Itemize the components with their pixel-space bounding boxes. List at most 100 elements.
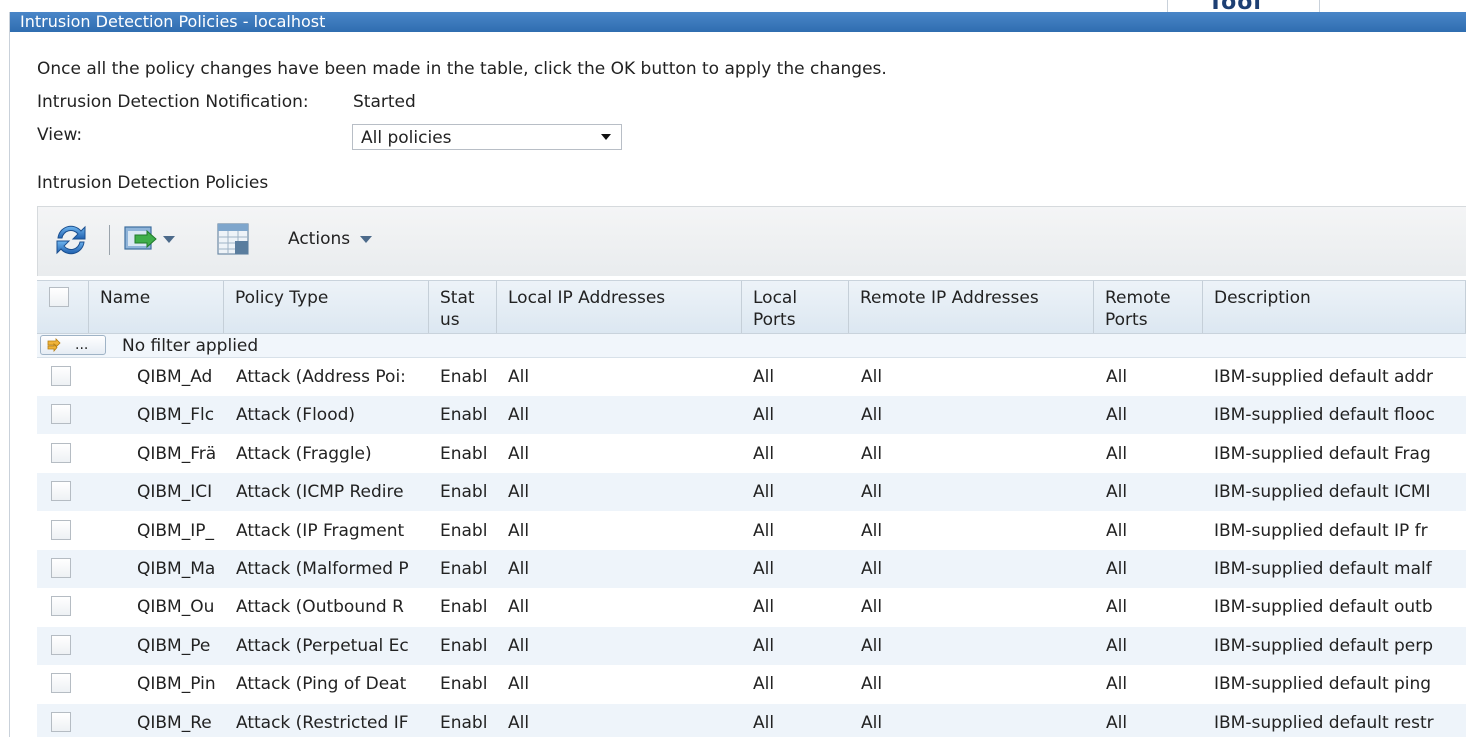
cell-name: QIBM_Ad [137, 367, 213, 387]
cell-local-ports: All [753, 559, 775, 579]
cell-name: QIBM_Pin [137, 674, 216, 694]
cell-type: Attack (Restricted IF [236, 713, 409, 733]
column-header-name[interactable]: Name [89, 281, 224, 333]
column-header-remote-ports[interactable]: Remote Ports [1094, 281, 1203, 333]
notification-label: Intrusion Detection Notification: [37, 92, 309, 112]
cell-type: Attack (IP Fragment [236, 521, 405, 541]
cell-remote-ports: All [1106, 444, 1128, 464]
cell-local-ip: All [508, 559, 530, 579]
table-row[interactable]: QIBM_ICI Attack (ICMP Redire Enabl All All Al… [37, 473, 1466, 511]
cell-status: Enabl [440, 444, 488, 464]
cell-description: IBM-supplied default restr [1214, 713, 1434, 733]
window-title: Intrusion Detection Policies - localhost [20, 12, 326, 31]
column-header-local-ports[interactable]: Local Ports [742, 281, 849, 333]
export-icon [124, 226, 157, 250]
export-button[interactable] [123, 223, 175, 255]
cell-type: Attack (Address Poi: [236, 367, 406, 387]
row-checkbox[interactable] [51, 443, 71, 463]
refresh-button[interactable] [52, 221, 90, 259]
cell-local-ip: All [508, 482, 530, 502]
view-label: View: [37, 125, 83, 145]
intrusion-detection-window: Tool Intrusion Detection Policies - loca… [0, 0, 1466, 737]
cell-remote-ports: All [1106, 405, 1128, 425]
actions-menu[interactable]: Actions [288, 229, 373, 249]
notification-status: Started [353, 92, 416, 112]
cell-status: Enabl [440, 405, 488, 425]
cell-local-ip: All [508, 444, 530, 464]
row-checkbox[interactable] [51, 596, 71, 616]
cell-status: Enabl [440, 521, 488, 541]
cell-local-ports: All [753, 367, 775, 387]
cell-remote-ip: All [861, 559, 883, 579]
cell-remote-ports: All [1106, 636, 1128, 656]
cell-remote-ports: All [1106, 367, 1128, 387]
row-checkbox[interactable] [51, 366, 71, 386]
chevron-down-icon [601, 134, 611, 140]
table-row[interactable]: QIBM_Pin Attack (Ping of Deat Enabl All All A… [37, 665, 1466, 703]
column-header-description[interactable]: Description [1203, 281, 1466, 333]
table-row[interactable]: QIBM_Frä Attack (Fraggle) Enabl All All All Al… [37, 435, 1466, 473]
table-row[interactable]: QIBM_Pe Attack (Perpetual Ec Enabl All All Al… [37, 627, 1466, 665]
cell-local-ports: All [753, 636, 775, 656]
row-checkbox[interactable] [51, 558, 71, 578]
cell-local-ip: All [508, 521, 530, 541]
cell-type: Attack (Outbound R [236, 597, 404, 617]
cell-description: IBM-supplied default outb [1214, 597, 1433, 617]
cell-remote-ip: All [861, 521, 883, 541]
row-checkbox[interactable] [51, 404, 71, 424]
cell-local-ip: All [508, 367, 530, 387]
window-titlebar[interactable]: Intrusion Detection Policies - localhost [10, 12, 1466, 32]
cell-remote-ip: All [861, 713, 883, 733]
table-row[interactable]: QIBM_Ma Attack (Malformed P Enabl All All All… [37, 550, 1466, 588]
cell-remote-ip: All [861, 482, 883, 502]
cell-local-ports: All [753, 597, 775, 617]
column-header-status[interactable]: Stat us [429, 281, 497, 333]
table-config-button[interactable] [215, 221, 251, 257]
row-checkbox[interactable] [51, 635, 71, 655]
table-row[interactable]: QIBM_Ou Attack (Outbound R Enabl All All All A… [37, 588, 1466, 626]
row-checkbox[interactable] [51, 673, 71, 693]
cell-local-ip: All [508, 713, 530, 733]
section-heading: Intrusion Detection Policies [37, 173, 269, 193]
cell-remote-ports: All [1106, 713, 1128, 733]
cell-remote-ports: All [1106, 482, 1128, 502]
cell-remote-ports: All [1106, 559, 1128, 579]
cell-local-ip: All [508, 674, 530, 694]
select-all-checkbox[interactable] [49, 287, 69, 307]
cell-name: QIBM_Flc [137, 405, 215, 425]
column-header-local-ip[interactable]: Local IP Addresses [497, 281, 742, 333]
table-row[interactable]: QIBM_Flc Attack (Flood) Enabl All All All All I… [37, 396, 1466, 434]
cell-type: Attack (Malformed P [236, 559, 409, 579]
column-header-policy-type[interactable]: Policy Type [224, 281, 429, 333]
cell-remote-ports: All [1106, 674, 1128, 694]
table-header: Name Policy Type Stat us Local IP Addresses… [37, 280, 1466, 334]
table-row[interactable]: QIBM_Re Attack (Restricted IF Enabl All All A… [37, 704, 1466, 737]
cell-type: Attack (Flood) [236, 405, 356, 425]
cell-local-ports: All [753, 713, 775, 733]
instruction-text: Once all the policy changes have been ma… [37, 59, 887, 79]
cell-description: IBM-supplied default ICMI [1214, 482, 1431, 502]
cell-status: Enabl [440, 713, 488, 733]
cell-name: QIBM_ICI [137, 482, 213, 502]
row-checkbox[interactable] [51, 712, 71, 732]
cell-remote-ip: All [861, 444, 883, 464]
cell-description: IBM-supplied default addr [1214, 367, 1433, 387]
cell-status: Enabl [440, 674, 488, 694]
cell-local-ip: All [508, 597, 530, 617]
column-header-remote-ip[interactable]: Remote IP Addresses [849, 281, 1094, 333]
toolbar-separator [109, 225, 110, 255]
actions-label: Actions [288, 229, 351, 249]
chevron-down-icon [360, 235, 373, 243]
row-checkbox[interactable] [51, 481, 71, 501]
table-row[interactable]: QIBM_Ad Attack (Address Poi: Enabl All All Al… [37, 358, 1466, 396]
cell-remote-ip: All [861, 674, 883, 694]
window-border [9, 12, 10, 737]
row-checkbox[interactable] [51, 520, 71, 540]
table-row[interactable]: QIBM_IP_ Attack (IP Fragment Enabl All All Al… [37, 512, 1466, 550]
view-select[interactable]: All policies [352, 124, 622, 150]
filter-more-label: ... [75, 337, 89, 353]
cell-type: Attack (Ping of Deat [236, 674, 407, 694]
column-header-select-all[interactable] [37, 281, 89, 333]
cell-status: Enabl [440, 482, 488, 502]
filter-button[interactable]: ... [40, 335, 106, 355]
